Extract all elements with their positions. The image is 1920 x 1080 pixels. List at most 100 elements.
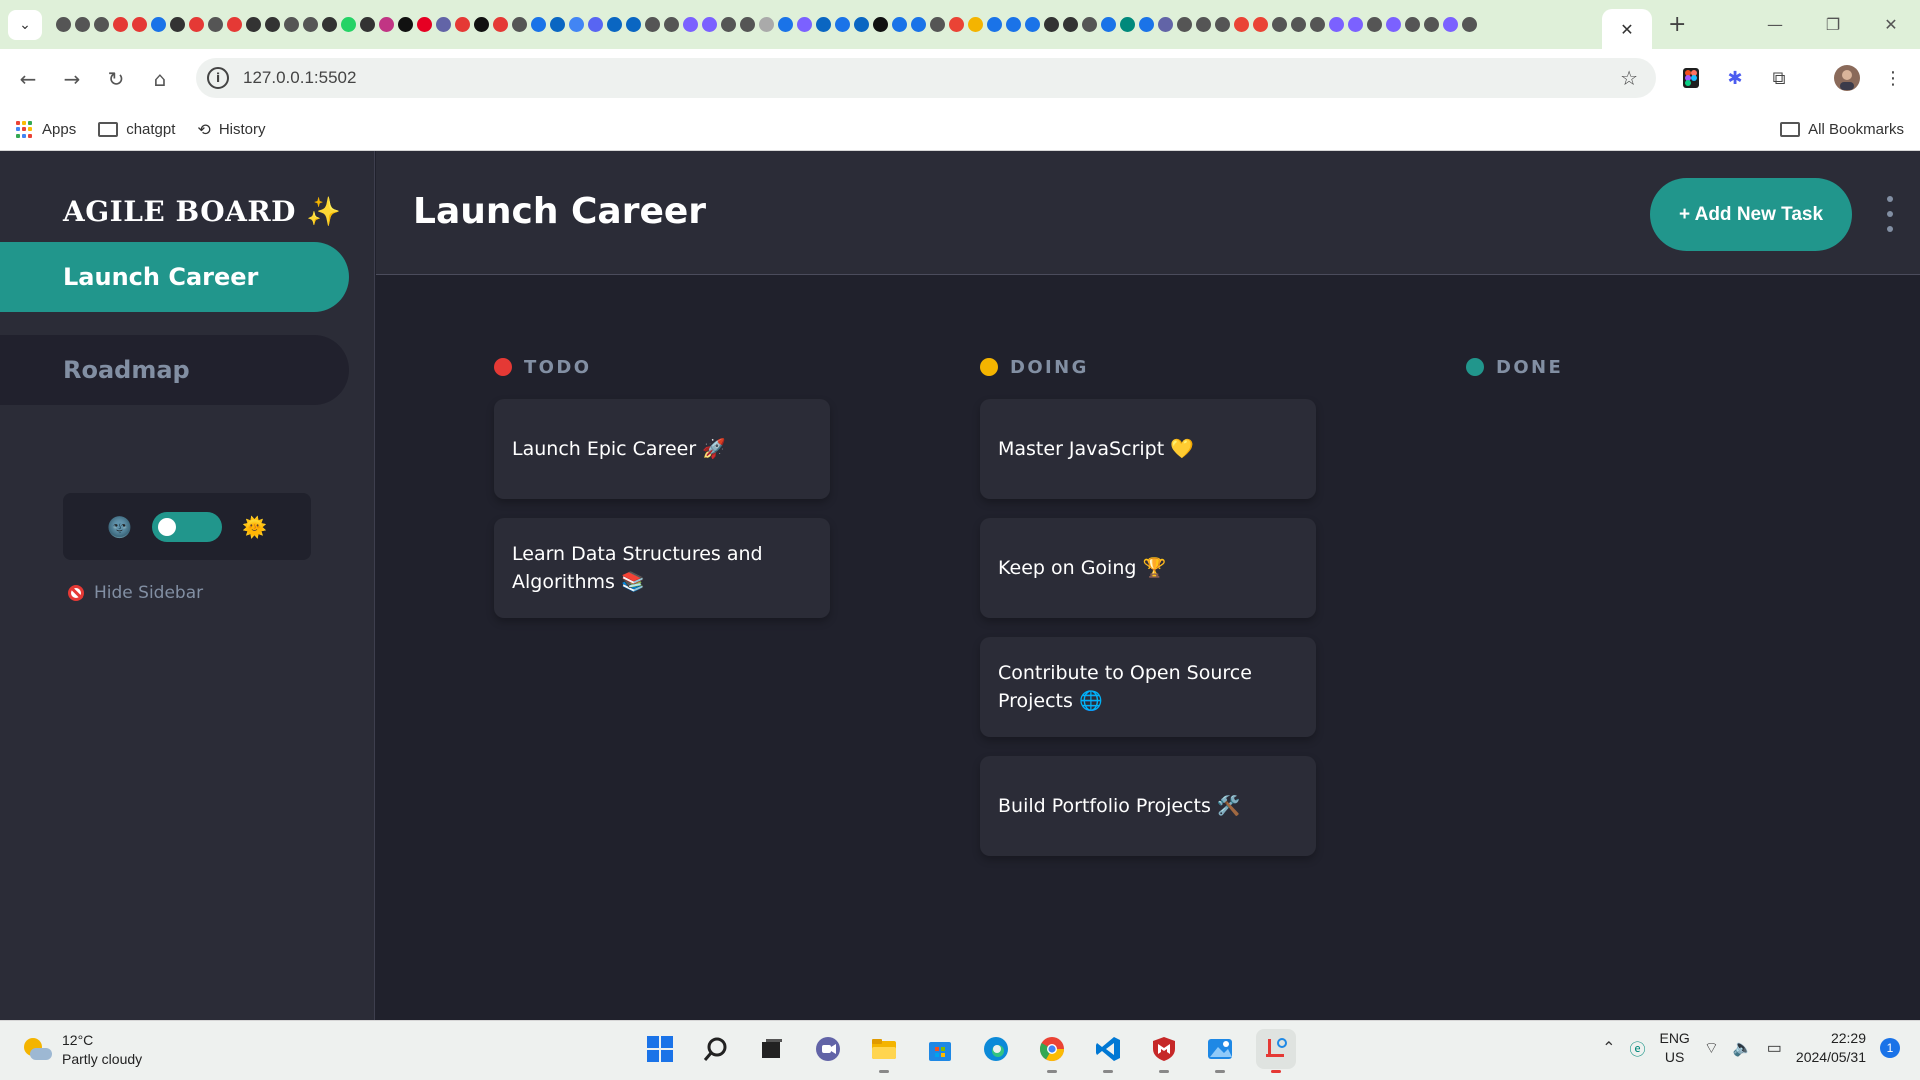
chrome-menu-icon[interactable]: ⋮: [1880, 65, 1906, 91]
tab-favicon[interactable]: [56, 17, 71, 32]
tab-favicon[interactable]: [550, 17, 565, 32]
board-menu-icon[interactable]: [1878, 196, 1902, 232]
sidebar-board-roadmap[interactable]: Roadmap: [0, 335, 349, 405]
tab-favicon[interactable]: [569, 17, 584, 32]
tab-favicon[interactable]: [911, 17, 926, 32]
tab-favicon[interactable]: [588, 17, 603, 32]
tab-favicon[interactable]: [1424, 17, 1439, 32]
tab-favicon[interactable]: [949, 17, 964, 32]
tab-favicon[interactable]: [455, 17, 470, 32]
tab-favicon[interactable]: [151, 17, 166, 32]
volume-icon[interactable]: 🔈: [1733, 1038, 1753, 1058]
profile-avatar[interactable]: [1834, 65, 1860, 91]
tab-favicon[interactable]: [645, 17, 660, 32]
active-tab[interactable]: ✕: [1602, 9, 1652, 49]
show-hidden-icons-icon[interactable]: ⌃: [1602, 1038, 1615, 1058]
tab-favicon[interactable]: [1177, 17, 1192, 32]
back-button[interactable]: ←: [6, 67, 50, 91]
home-button[interactable]: ⌂: [138, 67, 182, 91]
tab-favicon[interactable]: [968, 17, 983, 32]
tab-favicon[interactable]: [1063, 17, 1078, 32]
tab-favicon[interactable]: [759, 17, 774, 32]
task-card[interactable]: Keep on Going 🏆: [980, 518, 1316, 618]
tab-favicon[interactable]: [854, 17, 869, 32]
tab-favicon[interactable]: [664, 17, 679, 32]
extensions-puzzle-icon[interactable]: ⧉: [1766, 65, 1792, 91]
notification-badge[interactable]: 1: [1880, 1038, 1900, 1058]
theme-switch[interactable]: [152, 511, 222, 542]
microsoft-store-icon[interactable]: [920, 1029, 960, 1069]
tab-favicon[interactable]: [1405, 17, 1420, 32]
tab-favicon[interactable]: [341, 17, 356, 32]
task-card[interactable]: Build Portfolio Projects 🛠️: [980, 756, 1316, 856]
tab-favicon[interactable]: [379, 17, 394, 32]
tab-favicon[interactable]: [208, 17, 223, 32]
tab-favicon[interactable]: [493, 17, 508, 32]
tab-favicon[interactable]: [683, 17, 698, 32]
tab-favicon[interactable]: [835, 17, 850, 32]
tab-favicon[interactable]: [987, 17, 1002, 32]
tab-favicon[interactable]: [1234, 17, 1249, 32]
close-tab-icon[interactable]: ✕: [1620, 20, 1633, 39]
tab-search-button[interactable]: ⌄: [8, 9, 42, 40]
tab-favicon[interactable]: [227, 17, 242, 32]
tab-favicon[interactable]: [531, 17, 546, 32]
snowflake-extension-icon[interactable]: ✱: [1722, 65, 1748, 91]
tab-favicon[interactable]: [1253, 17, 1268, 32]
site-info-icon[interactable]: i: [207, 67, 229, 89]
tab-favicon[interactable]: [1158, 17, 1173, 32]
tab-favicon[interactable]: [284, 17, 299, 32]
battery-icon[interactable]: ▭: [1767, 1038, 1782, 1058]
new-tab-button[interactable]: +: [1668, 12, 1686, 37]
photos-app-icon[interactable]: [1200, 1029, 1240, 1073]
tab-favicon[interactable]: [113, 17, 128, 32]
tab-favicon[interactable]: [1101, 17, 1116, 32]
vscode-icon[interactable]: [1088, 1029, 1128, 1073]
mcafee-icon[interactable]: [1144, 1029, 1184, 1073]
clock[interactable]: 22:29 2024/05/31: [1796, 1029, 1866, 1067]
tab-favicon[interactable]: [189, 17, 204, 32]
address-bar[interactable]: i 127.0.0.1:5502 ☆: [196, 58, 1656, 98]
task-card[interactable]: Master JavaScript 💛: [980, 399, 1316, 499]
tab-favicon[interactable]: [265, 17, 280, 32]
tab-favicon[interactable]: [930, 17, 945, 32]
tab-favicon[interactable]: [626, 17, 641, 32]
tab-favicon[interactable]: [873, 17, 888, 32]
tab-favicon[interactable]: [474, 17, 489, 32]
edge-browser-icon[interactable]: [976, 1029, 1016, 1069]
tab-favicon[interactable]: [1025, 17, 1040, 32]
tab-favicon[interactable]: [892, 17, 907, 32]
tab-favicon[interactable]: [1120, 17, 1135, 32]
tab-favicon[interactable]: [303, 17, 318, 32]
tab-favicon[interactable]: [740, 17, 755, 32]
tab-favicon[interactable]: [512, 17, 527, 32]
tab-favicon[interactable]: [94, 17, 109, 32]
tab-favicon[interactable]: [1082, 17, 1097, 32]
tab-favicon[interactable]: [417, 17, 432, 32]
tab-favicon[interactable]: [702, 17, 717, 32]
close-window-button[interactable]: ✕: [1862, 0, 1920, 49]
tab-favicon[interactable]: [132, 17, 147, 32]
tab-favicon[interactable]: [1044, 17, 1059, 32]
weather-widget[interactable]: 12°C Partly cloudy: [22, 1031, 142, 1069]
all-bookmarks[interactable]: All Bookmarks: [1780, 121, 1904, 138]
tab-favicon[interactable]: [1006, 17, 1021, 32]
tab-favicon[interactable]: [721, 17, 736, 32]
wifi-icon[interactable]: ⌔: [1704, 1038, 1719, 1058]
sidebar-board-launch-career[interactable]: Launch Career: [0, 242, 349, 312]
restore-button[interactable]: ❐: [1804, 0, 1862, 49]
bookmark-chatgpt-folder[interactable]: chatgpt: [98, 121, 175, 138]
tab-favicon[interactable]: [1348, 17, 1363, 32]
address-url[interactable]: 127.0.0.1:5502: [243, 68, 356, 88]
tab-favicon[interactable]: [1443, 17, 1458, 32]
tab-favicon[interactable]: [322, 17, 337, 32]
task-view-icon[interactable]: [752, 1029, 792, 1069]
tab-favicon[interactable]: [246, 17, 261, 32]
tab-favicon[interactable]: [1310, 17, 1325, 32]
tab-favicon[interactable]: [1291, 17, 1306, 32]
chrome-browser-icon[interactable]: [1032, 1029, 1072, 1073]
tab-favicon[interactable]: [1386, 17, 1401, 32]
tab-favicon[interactable]: [797, 17, 812, 32]
snipping-tool-icon[interactable]: [1256, 1029, 1296, 1073]
search-icon[interactable]: [696, 1029, 736, 1069]
